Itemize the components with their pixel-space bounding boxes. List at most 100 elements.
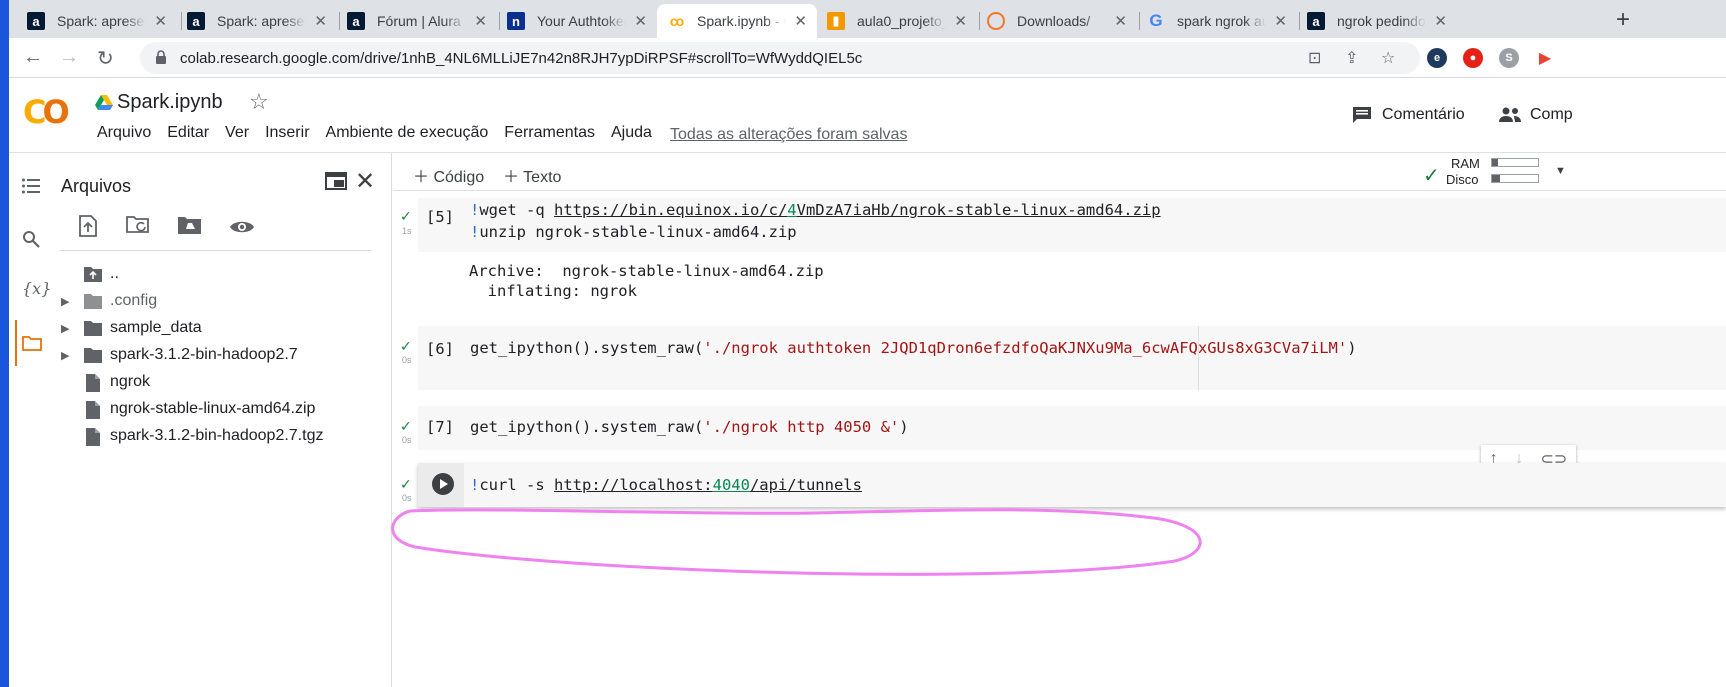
extension-icon[interactable]: e	[1427, 48, 1447, 68]
code-cell[interactable]: ✓ 0s [7] get_ipython().system_raw('./ngr…	[400, 406, 1726, 450]
menu-ferramentas[interactable]: Ferramentas	[504, 124, 595, 142]
mount-drive-icon[interactable]	[177, 215, 203, 235]
reload-icon[interactable]: ↻	[97, 46, 114, 71]
browser-tab[interactable]: Downloads/ ✕	[977, 4, 1137, 38]
file-name: ngrok-stable-linux-amd64.zip	[110, 400, 316, 417]
add-text-button[interactable]: ＋ Texto	[503, 163, 561, 187]
expand-arrow-icon[interactable]: ▶	[61, 322, 69, 335]
run-cell-button[interactable]	[432, 473, 454, 495]
upload-file-icon[interactable]	[78, 215, 98, 237]
file-icon	[85, 373, 101, 398]
refresh-folder-icon[interactable]	[126, 215, 152, 235]
file-name: spark-3.1.2-bin-hadoop2.7.tgz	[110, 427, 324, 444]
disk-bar[interactable]	[1491, 174, 1539, 183]
close-tab-icon[interactable]: ✕	[1114, 12, 1127, 30]
jupyter-icon	[987, 12, 1005, 30]
file-name: ..	[110, 265, 119, 282]
close-tab-icon[interactable]: ✕	[314, 12, 327, 30]
close-tab-icon[interactable]: ✕	[634, 12, 647, 30]
browser-tab-active[interactable]: co Spark.ipynb - Colab ✕	[657, 4, 817, 38]
back-icon[interactable]: ←	[23, 46, 43, 69]
alura-icon: a	[27, 12, 45, 30]
add-code-button[interactable]: ＋ Código	[413, 163, 484, 187]
close-tab-icon[interactable]: ✕	[794, 12, 807, 30]
menu-inserir[interactable]: Inserir	[265, 124, 309, 142]
translate-icon[interactable]: ⊡	[1308, 48, 1321, 68]
active-indicator	[15, 320, 17, 366]
comment-button[interactable]: Comentário	[1352, 106, 1465, 124]
runtime-dropdown-icon[interactable]: ▼	[1555, 165, 1566, 177]
file-item[interactable]: spark-3.1.2-bin-hadoop2.7.tgz	[53, 423, 383, 450]
search-icon[interactable]	[22, 230, 40, 248]
browser-tab[interactable]: a Spark: apresentando ✕	[177, 4, 337, 38]
new-tab-button[interactable]: +	[1616, 6, 1630, 34]
files-panel-title: Arquivos	[61, 176, 132, 196]
forward-icon[interactable]: →	[59, 46, 79, 69]
tab-strip: a Spark: apresentando ✕ a Spark: apresen…	[9, 0, 1726, 38]
save-status[interactable]: Todas as alterações foram salvas	[670, 126, 907, 144]
code-editor[interactable]: get_ipython().system_raw('./ngrok http 4…	[470, 416, 909, 438]
expand-arrow-icon[interactable]: ▶	[61, 349, 69, 362]
close-tab-icon[interactable]: ✕	[474, 12, 487, 30]
file-tree: .. ▶ .config ▶ sample_data ▶ spark-3.1.2-bin-h…	[53, 261, 383, 450]
code-cell[interactable]: ✓ 1s [5] !wget -q https://bin.equinox.io…	[400, 198, 1726, 252]
colab-header: CO Spark.ipynb ☆ Arquivo Editar Ver Inse…	[9, 79, 1726, 153]
share-button[interactable]: Comp	[1498, 106, 1573, 124]
address-bar[interactable]: colab.research.google.com/drive/1nhB_4NL…	[140, 42, 1420, 74]
share-page-icon[interactable]: ⇪	[1345, 48, 1358, 68]
file-name: sample_data	[110, 319, 202, 336]
file-name: spark-3.1.2-bin-hadoop2.7	[110, 346, 298, 363]
folder-item[interactable]: ▶ .config	[53, 288, 383, 315]
colab-icon: co	[669, 13, 684, 29]
cast-extension-icon[interactable]: ▶	[1535, 48, 1555, 68]
files-panel: Arquivos ✕ .. ▶ .config ▶ sample_data ▶ spark-…	[53, 153, 392, 687]
file-item[interactable]: ngrok-stable-linux-amd64.zip	[53, 396, 383, 423]
close-tab-icon[interactable]: ✕	[1434, 12, 1447, 30]
close-panel-icon[interactable]: ✕	[355, 167, 375, 196]
close-tab-icon[interactable]: ✕	[1274, 12, 1287, 30]
menu-arquivo[interactable]: Arquivo	[97, 124, 151, 142]
code-cell-focused[interactable]: ✓ 0s !curl -s http://localhost:4040/api/…	[400, 463, 1726, 507]
comment-icon	[1353, 107, 1371, 123]
table-of-contents-icon[interactable]	[22, 178, 40, 194]
folder-item[interactable]: ▶ spark-3.1.2-bin-hadoop2.7	[53, 342, 383, 369]
success-check-icon: ✓	[400, 476, 412, 492]
folder-item[interactable]: ▶ sample_data	[53, 315, 383, 342]
ram-bar[interactable]	[1491, 158, 1539, 167]
menu-ver[interactable]: Ver	[225, 124, 249, 142]
browser-tab[interactable]: G spark ngrok auth ✕	[1137, 4, 1297, 38]
bookmark-star-icon[interactable]: ☆	[1381, 48, 1395, 68]
open-in-tab-icon[interactable]	[325, 172, 347, 190]
folder-icon	[83, 346, 103, 369]
menu-editar[interactable]: Editar	[167, 124, 209, 142]
close-tab-icon[interactable]: ✕	[154, 12, 167, 30]
browser-tab[interactable]: n Your Authtoken ✕	[497, 4, 657, 38]
adblock-icon[interactable]: ●	[1463, 48, 1483, 68]
notebook-title[interactable]: Spark.ipynb	[117, 91, 223, 114]
code-editor[interactable]: get_ipython().system_raw('./ngrok authto…	[470, 337, 1357, 359]
browser-tab[interactable]: a ngrok pedindo ✕	[1297, 4, 1457, 38]
success-check-icon: ✓	[400, 418, 412, 434]
browser-tab[interactable]: a Fórum | Alura ✕	[337, 4, 497, 38]
browser-tab[interactable]: a Spark: apresentando ✕	[17, 4, 177, 38]
star-icon[interactable]: ☆	[249, 89, 269, 115]
code-cell[interactable]: ✓ 0s [6] get_ipython().system_raw('./ngr…	[400, 326, 1726, 390]
browser-tab[interactable]: ▮ aula0_projeto_ ✕	[817, 4, 977, 38]
close-tab-icon[interactable]: ✕	[954, 12, 967, 30]
folder-icon[interactable]	[22, 335, 42, 351]
file-item[interactable]: ngrok	[53, 369, 383, 396]
file-icon	[85, 400, 101, 425]
skype-icon[interactable]: S	[1499, 48, 1519, 68]
ngrok-icon: n	[507, 12, 525, 30]
colab-logo[interactable]: CO	[23, 93, 70, 131]
variables-icon[interactable]: {x}	[22, 279, 51, 298]
show-hidden-files-icon[interactable]	[229, 219, 255, 235]
url-text[interactable]: colab.research.google.com/drive/1nhB_4NL…	[180, 50, 862, 67]
menu-ambiente[interactable]: Ambiente de execução	[326, 124, 489, 142]
expand-arrow-icon[interactable]: ▶	[61, 295, 69, 308]
execution-count: [5]	[426, 208, 454, 226]
code-editor[interactable]: !wget -q https://bin.equinox.io/c/4VmDzA…	[470, 199, 1161, 243]
code-editor[interactable]: !curl -s http://localhost:4040/api/tunne…	[470, 474, 862, 496]
parent-dir-item[interactable]: ..	[53, 261, 383, 288]
menu-ajuda[interactable]: Ajuda	[611, 124, 652, 142]
